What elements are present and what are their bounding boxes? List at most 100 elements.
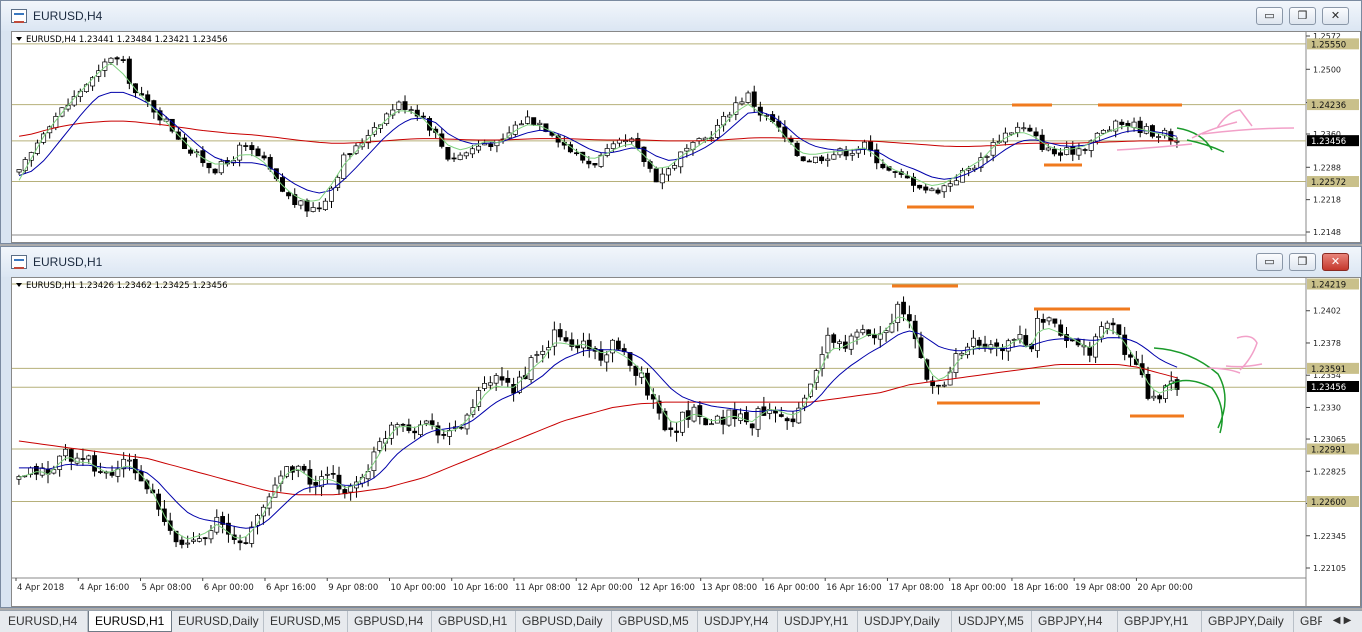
window-titlebar[interactable]: EURUSD,H1 ▭ ❐ ✕ bbox=[1, 247, 1361, 277]
candle-body bbox=[782, 126, 788, 138]
candle-body bbox=[420, 115, 426, 118]
x-tick-label: 6 Apr 16:00 bbox=[266, 583, 316, 593]
chart-window-h1[interactable]: EURUSD,H1 ▭ ❐ ✕ 1.2402 1.2378 1.2354 1.2330… bbox=[0, 246, 1362, 608]
window-title: EURUSD,H1 bbox=[33, 255, 103, 269]
candle-body bbox=[586, 160, 592, 165]
candle-body bbox=[739, 101, 745, 105]
candlestick-chart-h4[interactable]: 1.25721.25001.24281.23601.22881.22181.21… bbox=[12, 32, 1362, 242]
candle-body bbox=[825, 158, 831, 161]
candle bbox=[120, 55, 126, 64]
x-tick-label: 6 Apr 00:00 bbox=[204, 583, 254, 593]
candle bbox=[697, 400, 703, 425]
candle bbox=[1046, 316, 1052, 326]
close-button[interactable]: ✕ bbox=[1322, 7, 1349, 25]
candle bbox=[930, 376, 936, 394]
tab-eurusd-m5[interactable]: EURUSD,M5 bbox=[264, 611, 348, 632]
price-chart[interactable]: 1.2402 1.2378 1.2354 1.2330 1.23065 1.22825 1.… bbox=[11, 277, 1361, 607]
tab-gbpusd-daily[interactable]: GBPUSD,Daily bbox=[516, 611, 612, 632]
candle bbox=[855, 146, 861, 158]
tab-usdjpy-h1[interactable]: USDJPY,H1 bbox=[778, 611, 858, 632]
candle bbox=[1005, 338, 1011, 361]
tab-usdjpy-m5[interactable]: USDJPY,M5 bbox=[952, 611, 1032, 632]
candle-body bbox=[592, 163, 598, 166]
minimize-button[interactable]: ▭ bbox=[1256, 253, 1283, 271]
candle bbox=[16, 168, 22, 175]
candle bbox=[714, 414, 720, 424]
tab-gbpusd-m5[interactable]: GBPUSD,M5 bbox=[612, 611, 698, 632]
candle bbox=[445, 146, 451, 162]
candle-body bbox=[929, 188, 935, 192]
candle bbox=[819, 346, 825, 377]
candle-body bbox=[616, 139, 622, 144]
candle-body bbox=[1035, 318, 1040, 351]
candle-body bbox=[1051, 148, 1057, 155]
candle-body bbox=[1021, 127, 1027, 130]
candle bbox=[412, 426, 418, 440]
candlestick-chart-h1[interactable]: 1.24021.23781.23541.23301.230651.228251.… bbox=[12, 278, 1362, 606]
candle bbox=[1174, 376, 1180, 396]
tab-gbpusd-h1[interactable]: GBPUSD,H1 bbox=[432, 611, 516, 632]
tab-gbpjpy-h1[interactable]: GBPJPY,H1 bbox=[1118, 611, 1202, 632]
candle-body bbox=[604, 354, 610, 363]
close-button[interactable]: ✕ bbox=[1322, 253, 1349, 271]
candle bbox=[1137, 116, 1143, 138]
x-tick-label: 4 Apr 16:00 bbox=[79, 583, 129, 593]
maximize-button[interactable]: ❐ bbox=[1289, 253, 1316, 271]
tab-scroll-arrows[interactable]: ◀ ▶ bbox=[1322, 611, 1362, 632]
tab-eurusd-h1[interactable]: EURUSD,H1 bbox=[88, 611, 172, 632]
candle bbox=[767, 403, 773, 420]
candle bbox=[499, 367, 505, 386]
candle bbox=[685, 400, 691, 428]
candle bbox=[511, 377, 516, 402]
x-tick-label: 16 Apr 00:00 bbox=[764, 583, 819, 593]
chart-info-text: EURUSD,H1 1.23426 1.23462 1.23425 1.2345… bbox=[26, 281, 228, 291]
tab-gbpusd-h4[interactable]: GBPUSD,H4 bbox=[348, 611, 432, 632]
candle bbox=[316, 202, 322, 212]
candle-body bbox=[16, 169, 22, 173]
candle-body bbox=[316, 207, 322, 210]
ma-mid-line bbox=[18, 330, 1178, 529]
minimize-button[interactable]: ▭ bbox=[1256, 7, 1283, 25]
candle bbox=[365, 464, 371, 487]
candle bbox=[505, 370, 511, 388]
candle bbox=[92, 450, 97, 477]
price-label: 1.23591 bbox=[1311, 365, 1346, 375]
candle-body bbox=[336, 474, 342, 490]
candle-body bbox=[188, 149, 194, 154]
candle bbox=[80, 448, 86, 466]
chart-window-h4[interactable]: EURUSD,H4 ▭ ❐ ✕ 1.25721.25001.24281.2360… bbox=[0, 0, 1362, 244]
tab-eurusd-h4[interactable]: EURUSD,H4 bbox=[2, 611, 88, 632]
window-titlebar[interactable]: EURUSD,H4 ▭ ❐ ✕ bbox=[1, 1, 1361, 31]
tab-usdjpy-daily[interactable]: USDJPY,Daily bbox=[858, 611, 952, 632]
tab-gbpjpy-daily[interactable]: GBPJPY,Daily bbox=[1202, 611, 1294, 632]
price-label: 1.23456 bbox=[1311, 383, 1346, 393]
candle bbox=[794, 141, 800, 158]
price-chart[interactable]: 1.25721.25001.24281.23601.22881.22181.21… bbox=[11, 31, 1361, 243]
candle-body bbox=[790, 418, 796, 423]
tab-gbpjpy-h4[interactable]: GBPJPY,H4 bbox=[1032, 611, 1118, 632]
tab-eurusd-daily[interactable]: EURUSD,Daily bbox=[172, 611, 264, 632]
y-tick-label: 1.2500 bbox=[1313, 65, 1341, 74]
candle-body bbox=[924, 359, 930, 380]
candle bbox=[330, 465, 336, 479]
candle-body bbox=[678, 151, 684, 168]
x-tick-label: 13 Apr 08:00 bbox=[702, 583, 757, 593]
candle-body bbox=[1119, 121, 1125, 125]
candle bbox=[115, 460, 121, 483]
tab-usdjpy-h4[interactable]: USDJPY,H4 bbox=[698, 611, 778, 632]
candle-body bbox=[86, 455, 92, 460]
candle-body bbox=[1027, 127, 1033, 132]
candle-body bbox=[917, 184, 923, 189]
pink-projection-drawing bbox=[1206, 335, 1263, 374]
candle bbox=[854, 329, 860, 345]
candle bbox=[249, 521, 255, 548]
candle bbox=[202, 536, 208, 546]
candle bbox=[639, 366, 645, 385]
maximize-button[interactable]: ❐ bbox=[1289, 7, 1316, 25]
candle-body bbox=[880, 163, 886, 169]
candle-body bbox=[540, 350, 546, 355]
candle-body bbox=[680, 411, 685, 433]
candle-body bbox=[237, 540, 243, 544]
candle bbox=[935, 187, 941, 195]
candle-body bbox=[959, 352, 965, 356]
